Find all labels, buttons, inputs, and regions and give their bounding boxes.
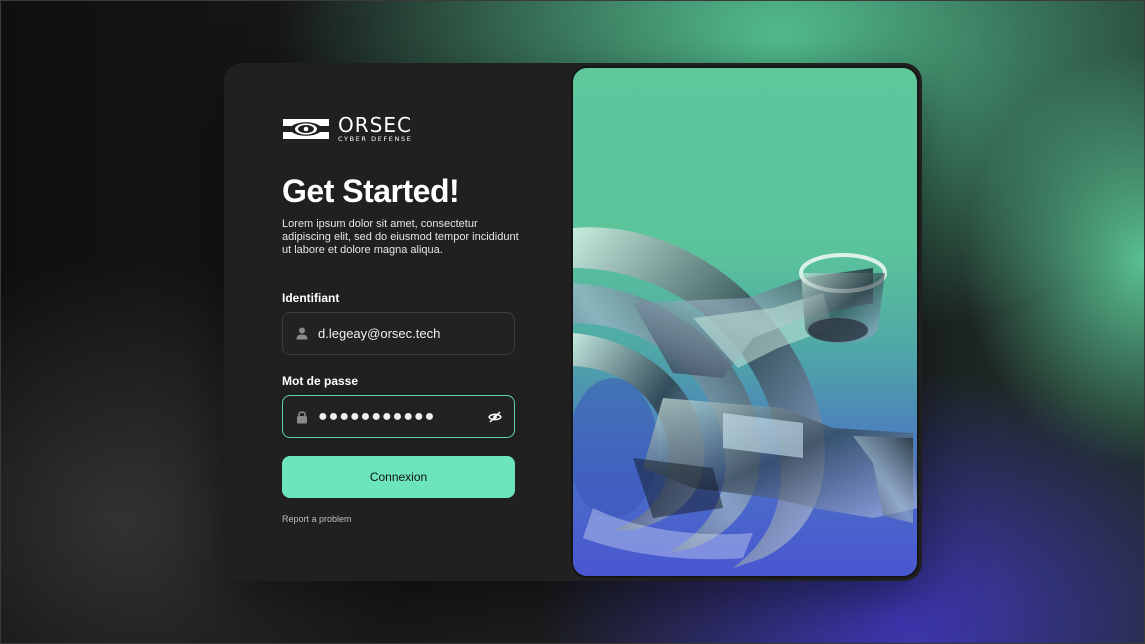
page-description: Lorem ipsum dolor sit amet, consectetur …	[282, 218, 519, 256]
eye-off-icon[interactable]	[488, 410, 502, 424]
username-value[interactable]: d.legeay@orsec.tech	[318, 326, 440, 341]
password-label: Mot de passe	[282, 374, 359, 388]
brand-logo: ORSEC CYBER DEFENSE	[282, 115, 412, 143]
glass-sculpture-illustration	[573, 227, 917, 569]
password-value[interactable]: ●●●●●●●●●●●	[318, 408, 435, 426]
report-problem-link[interactable]: Report a problem	[282, 514, 352, 524]
lock-icon	[295, 410, 309, 424]
page-title: Get Started!	[282, 173, 460, 209]
user-icon	[295, 327, 309, 341]
orsec-eye-logo	[283, 119, 329, 139]
hero-image	[571, 66, 919, 578]
login-card: ORSEC CYBER DEFENSE Get Started! Lorem i…	[224, 63, 922, 581]
connexion-button[interactable]: Connexion	[282, 456, 515, 498]
brand-tagline: CYBER DEFENSE	[338, 135, 413, 143]
brand-name: ORSEC	[338, 113, 412, 137]
username-label: Identifiant	[282, 291, 340, 305]
username-field[interactable]: d.legeay@orsec.tech	[282, 312, 515, 355]
password-field[interactable]: ●●●●●●●●●●●	[282, 395, 515, 438]
